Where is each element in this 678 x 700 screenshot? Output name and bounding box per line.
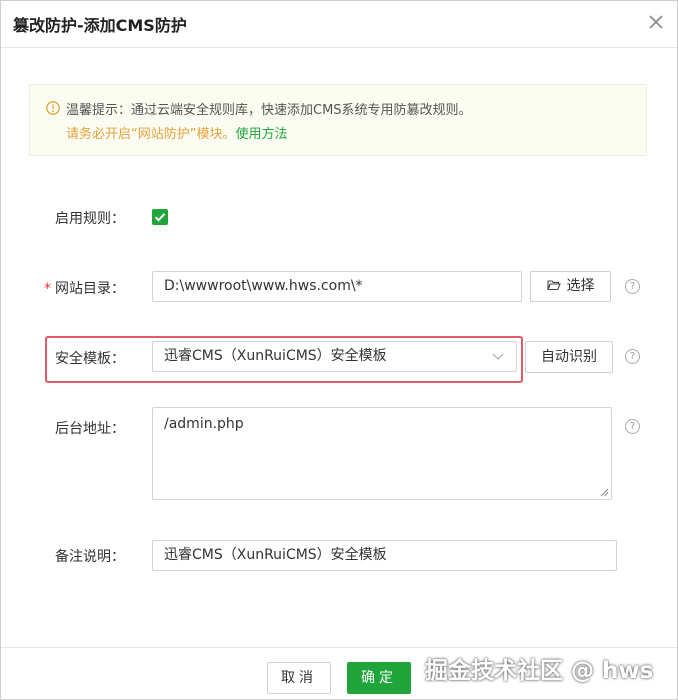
cancel-button[interactable]: 取消: [267, 662, 331, 694]
admin-url-value: /admin.php: [164, 416, 244, 432]
required-marker: *: [44, 281, 51, 297]
chevron-down-icon: [492, 353, 504, 360]
select-dir-button[interactable]: 选择: [530, 271, 611, 302]
security-template-label: 安全模板：: [55, 351, 125, 367]
tip-warning: 请务必开启“网站防护”模块。使用方法: [66, 123, 288, 142]
watermark: 掘金技术社区 @ hws: [425, 658, 654, 684]
usage-link[interactable]: 使用方法: [235, 127, 287, 142]
admin-url-textarea[interactable]: /admin.php: [152, 407, 612, 500]
close-icon[interactable]: [645, 11, 667, 33]
folder-open-icon: [546, 280, 561, 291]
site-dir-input[interactable]: D:\wwwroot\www.hws.com\*: [152, 271, 522, 302]
dialog-title: 篡改防护-添加CMS防护: [13, 16, 187, 35]
warning-icon: [46, 101, 60, 115]
confirm-button[interactable]: 确定: [347, 662, 411, 694]
select-dir-label: 选择: [566, 278, 595, 294]
tip-box: 温馨提示：通过云端安全规则库，快速添加CMS系统专用防篡改规则。 请务必开启“网…: [29, 84, 647, 156]
tip-warning-text: 请务必开启“网站防护”模块。: [66, 127, 236, 142]
tip-text: 温馨提示：通过云端安全规则库，快速添加CMS系统专用防篡改规则。: [66, 103, 472, 118]
resize-handle-icon[interactable]: [600, 488, 609, 497]
site-dir-label-text: 网站目录：: [55, 281, 125, 297]
admin-url-label: 后台地址：: [55, 421, 125, 437]
security-template-select[interactable]: 迅睿CMS（XunRuiCMS）安全模板: [152, 341, 517, 372]
security-template-value: 迅睿CMS（XunRuiCMS）安全模板: [164, 348, 387, 364]
check-icon: [154, 213, 166, 222]
template-help-icon[interactable]: ?: [625, 349, 640, 364]
site-dir-label: * 网站目录：: [5, 278, 125, 298]
auto-detect-button[interactable]: 自动识别: [525, 341, 613, 373]
admin-url-help-icon[interactable]: ?: [625, 419, 640, 434]
site-dir-help-icon[interactable]: ?: [625, 279, 640, 294]
enable-rule-checkbox[interactable]: [152, 209, 168, 225]
remark-input[interactable]: 迅睿CMS（XunRuiCMS）安全模板: [152, 540, 617, 571]
dialog-header: 篡改防护-添加CMS防护: [1, 1, 677, 48]
enable-rule-label: 启用规则：: [55, 211, 125, 227]
remark-label: 备注说明：: [55, 549, 125, 565]
dialog: 篡改防护-添加CMS防护 温馨提示：通过云端安全规则库，快速添加CMS系统专用防…: [0, 0, 678, 700]
